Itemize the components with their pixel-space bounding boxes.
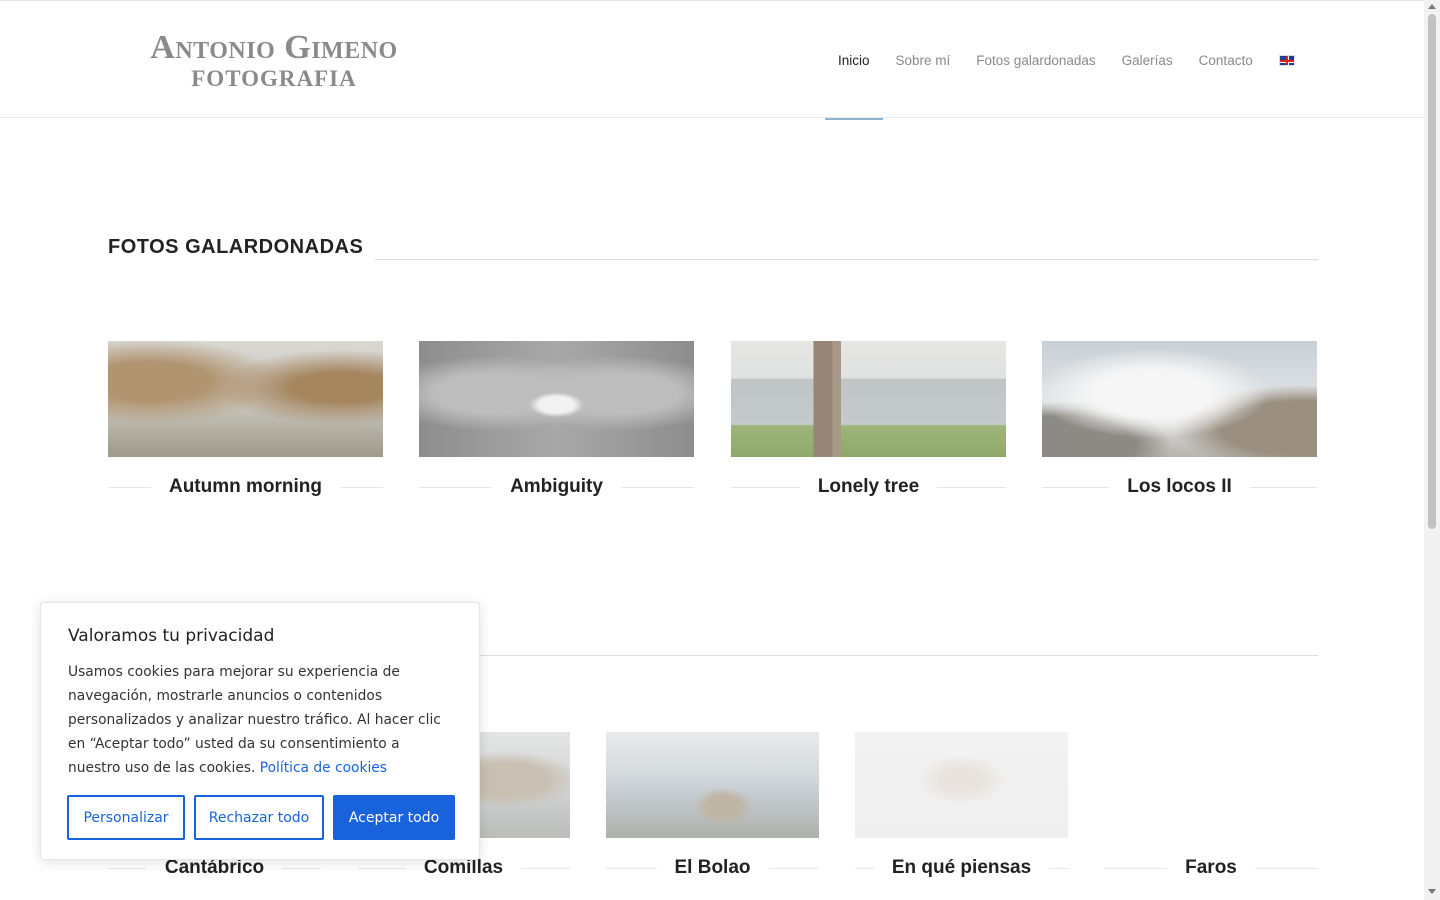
uk-flag-icon <box>1278 54 1295 66</box>
accept-all-button[interactable]: Aceptar todo <box>333 795 455 840</box>
award-thumbnail[interactable] <box>108 341 383 457</box>
nav-item-fotos-galardonadas[interactable]: Fotos galardonadas <box>963 1 1108 119</box>
site-logo[interactable]: Antonio Gimeno FOTOGRAFIA <box>116 29 432 91</box>
award-card[interactable]: Autumn morning <box>108 341 383 517</box>
scroll-up-icon[interactable] <box>1428 4 1436 9</box>
logo-line-1: Antonio Gimeno <box>150 29 398 66</box>
nav-item-sobre-mi[interactable]: Sobre mí <box>883 1 964 119</box>
award-title[interactable]: Los locos II <box>1109 476 1250 498</box>
site-header: Antonio Gimeno FOTOGRAFIA Inicio Sobre m… <box>0 0 1424 120</box>
logo-line-2: FOTOGRAFIA <box>191 66 357 91</box>
cookie-text: Usamos cookies para mejorar su experienc… <box>68 660 452 780</box>
award-thumbnail[interactable] <box>731 341 1006 457</box>
gallery-card[interactable]: El Bolao <box>606 732 820 898</box>
awards-section-title: FOTOS GALARDONADAS <box>108 236 364 258</box>
reject-all-button[interactable]: Rechazar todo <box>194 795 324 840</box>
scroll-down-icon[interactable] <box>1428 889 1436 894</box>
nav-item-galerias[interactable]: Galerías <box>1109 1 1186 119</box>
gallery-card[interactable]: Faros <box>1104 732 1318 898</box>
gallery-title[interactable]: Comillas <box>406 857 521 879</box>
gallery-title[interactable]: Faros <box>1167 857 1255 879</box>
award-card[interactable]: Los locos II <box>1042 341 1317 517</box>
gallery-title[interactable]: Cantábrico <box>147 857 282 879</box>
gallery-thumbnail[interactable] <box>1104 732 1318 838</box>
cookie-title: Valoramos tu privacidad <box>68 626 275 646</box>
cookie-policy-link[interactable]: Política de cookies <box>260 760 387 776</box>
award-title[interactable]: Ambiguity <box>492 476 621 498</box>
gallery-card[interactable]: En qué piensas <box>855 732 1068 898</box>
award-title[interactable]: Lonely tree <box>800 476 937 498</box>
nav-item-language[interactable] <box>1266 1 1308 119</box>
award-thumbnail[interactable] <box>1042 341 1317 457</box>
cookie-buttons: Personalizar Rechazar todo Aceptar todo <box>67 795 455 840</box>
award-card[interactable]: Lonely tree <box>731 341 1006 517</box>
main-nav: Inicio Sobre mí Fotos galardonadas Galer… <box>825 1 1308 120</box>
nav-item-contacto[interactable]: Contacto <box>1186 1 1266 119</box>
gallery-thumbnail[interactable] <box>606 732 819 838</box>
gallery-thumbnail[interactable] <box>855 732 1068 838</box>
award-thumbnail[interactable] <box>419 341 694 457</box>
gallery-title[interactable]: En qué piensas <box>874 857 1049 879</box>
section-divider <box>375 259 1318 260</box>
nav-item-inicio[interactable]: Inicio <box>825 1 883 120</box>
award-title[interactable]: Autumn morning <box>151 476 340 498</box>
customize-button[interactable]: Personalizar <box>67 795 185 840</box>
cookie-consent-banner: Valoramos tu privacidad Usamos cookies p… <box>40 602 480 860</box>
award-card[interactable]: Ambiguity <box>419 341 695 517</box>
page-scrollbar[interactable] <box>1424 0 1440 900</box>
scrollbar-thumb[interactable] <box>1428 14 1436 529</box>
gallery-title[interactable]: El Bolao <box>657 857 769 879</box>
